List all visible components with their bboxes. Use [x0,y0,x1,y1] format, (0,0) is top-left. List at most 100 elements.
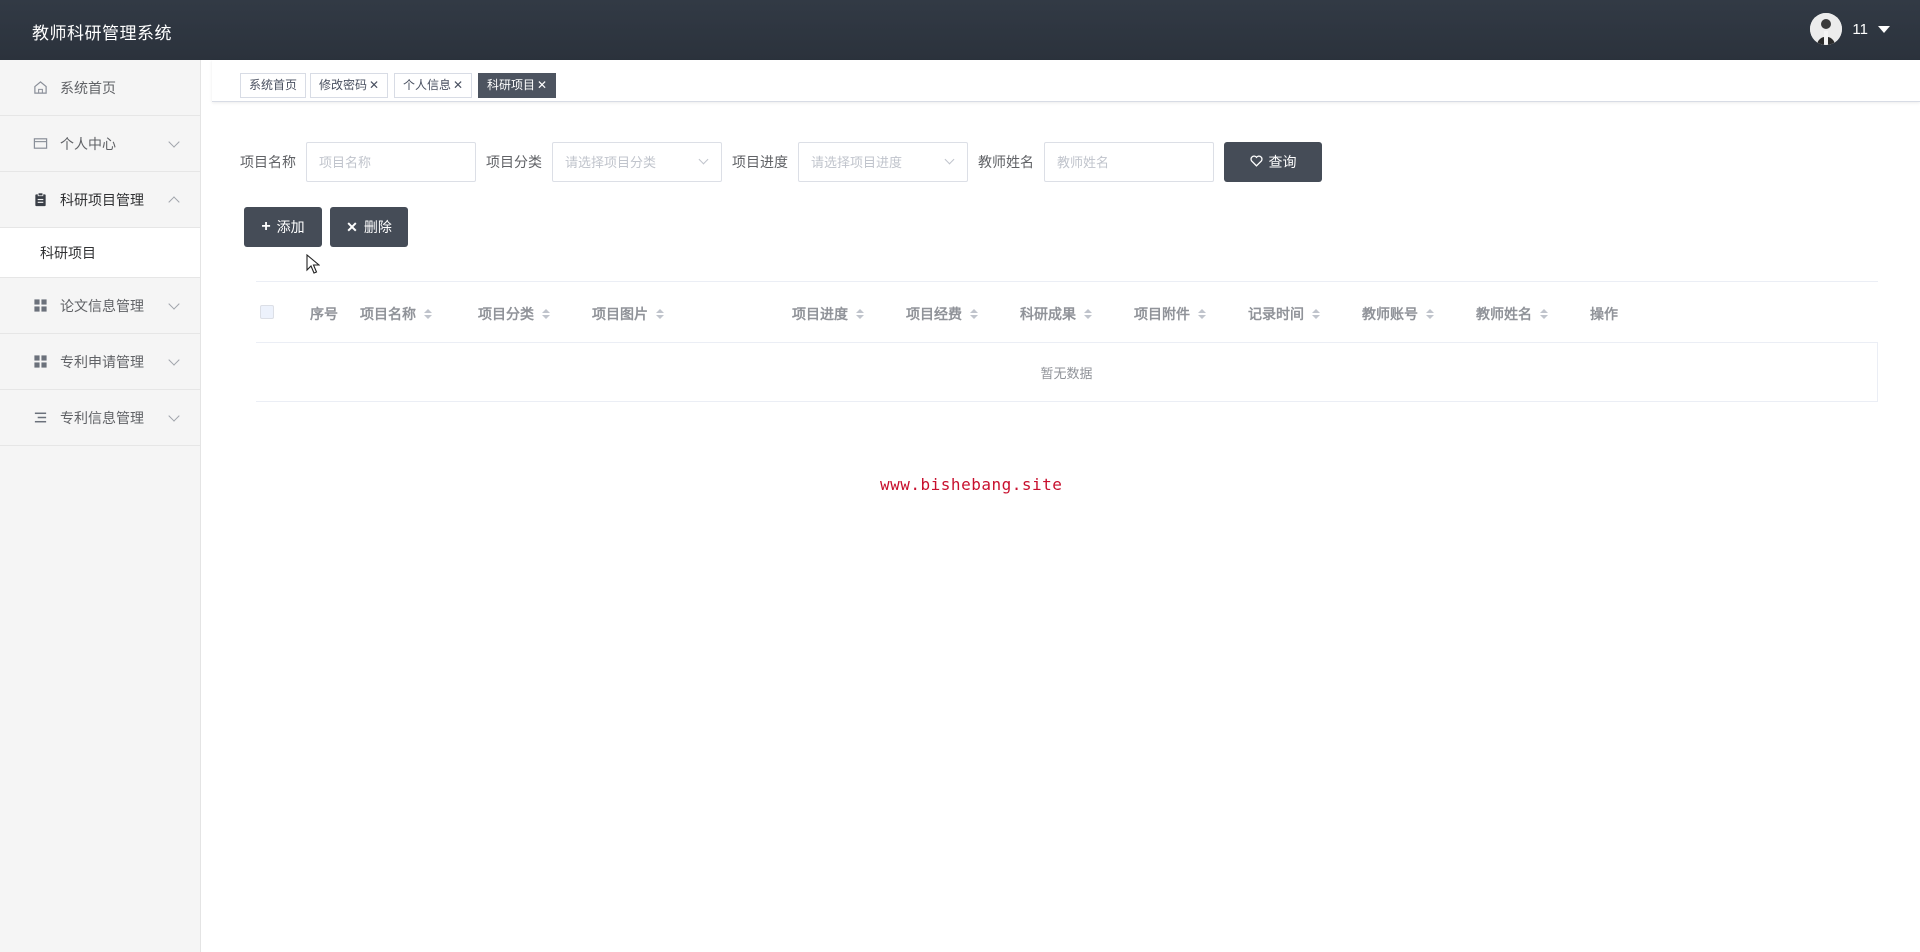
table-header: 序号 项目名称 项目分类 项目图片 项目进度 项目经费 科研成果 项目附件 记录… [256,281,1878,343]
sort-icon[interactable] [1312,309,1320,319]
column-label: 项目经费 [906,306,962,322]
column-header[interactable]: 教师账号 [1362,304,1434,324]
empty-text: 暂无数据 [1040,365,1093,381]
sidebar-subitem-label: 科研项目 [40,244,96,261]
tab-label: 修改密码 [319,78,368,92]
column-header[interactable]: 记录时间 [1248,304,1320,324]
add-button[interactable]: + 添加 [244,207,322,247]
sidebar-item-label: 论文信息管理 [60,297,144,314]
project-name-input[interactable] [306,142,476,182]
column-label: 项目图片 [592,306,648,322]
column-label: 科研成果 [1020,306,1076,322]
sidebar-item-label: 科研项目管理 [60,191,144,208]
tab-home[interactable]: 系统首页 [240,73,307,98]
sidebar-item-patent-info[interactable]: 专利信息管理 [0,390,200,446]
sidebar: 系统首页 个人中心 科研项目管理 科研项目 论文信息管理 专利申请管理 专利信息… [0,60,201,952]
column-header[interactable]: 科研成果 [1020,304,1092,324]
sort-icon[interactable] [1426,309,1434,319]
query-button[interactable]: 查询 [1224,142,1322,182]
heart-icon [1249,154,1263,170]
sidebar-item-label: 专利信息管理 [60,409,144,426]
add-button-label: 添加 [276,219,305,235]
mouse-cursor-icon [306,253,321,279]
sort-icon[interactable] [656,309,664,319]
column-label: 教师账号 [1362,306,1418,322]
column-label: 记录时间 [1248,306,1304,322]
teacher-name-label: 教师姓名 [978,154,1034,170]
top-header: 教师科研管理系统 11 [0,0,1920,60]
tab-research-project[interactable]: 科研项目 ✕ [478,73,557,98]
sort-icon[interactable] [542,309,550,319]
column-label: 项目名称 [360,306,416,322]
clipboard-icon [32,192,48,208]
delete-button[interactable]: ✕ 删除 [330,207,408,247]
select-all-checkbox[interactable] [260,305,274,319]
category-label: 项目分类 [486,154,542,170]
grid-icon [32,298,48,314]
sort-icon[interactable] [970,309,978,319]
column-label: 项目附件 [1134,306,1190,322]
column-label: 项目进度 [792,306,848,322]
data-table: 序号 项目名称 项目分类 项目图片 项目进度 项目经费 科研成果 项目附件 记录… [256,281,1878,402]
query-button-label: 查询 [1268,154,1297,170]
column-header[interactable]: 教师姓名 [1476,304,1548,324]
tab-personal-info[interactable]: 个人信息 ✕ [394,73,473,98]
column-header[interactable]: 项目附件 [1134,304,1206,324]
column-label: 操作 [1590,306,1618,322]
card-icon [32,136,48,152]
avatar[interactable] [1810,13,1843,45]
column-header[interactable]: 项目图片 [592,304,664,324]
list-icon [32,410,48,426]
home-icon [32,80,48,96]
chevron-down-icon [168,136,180,148]
sidebar-item-paper-info[interactable]: 论文信息管理 [0,278,200,334]
sidebar-subitem-research-project[interactable]: 科研项目 [0,228,200,278]
grid-icon [32,354,48,370]
tab-label: 个人信息 [403,78,452,92]
progress-label: 项目进度 [732,154,788,170]
close-icon[interactable]: ✕ [537,78,547,92]
sidebar-item-label: 系统首页 [60,79,116,96]
app-title: 教师科研管理系统 [32,24,172,43]
chevron-down-icon [168,354,180,366]
tab-label: 系统首页 [249,78,298,92]
plus-icon: + [261,218,271,235]
progress-select[interactable] [798,142,968,182]
sort-icon[interactable] [1084,309,1092,319]
column-header[interactable]: 项目分类 [478,304,550,324]
close-icon[interactable]: ✕ [369,78,379,92]
column-header[interactable]: 项目名称 [360,304,432,324]
sidebar-item-label: 专利申请管理 [60,353,144,370]
column-header: 操作 [1590,304,1618,324]
sort-icon[interactable] [424,309,432,319]
project-name-label: 项目名称 [240,154,296,170]
caret-down-icon[interactable] [1878,25,1890,33]
chevron-down-icon [168,410,180,422]
sort-icon[interactable] [1540,309,1548,319]
sidebar-item-home[interactable]: 系统首页 [0,60,200,116]
table-empty-row: 暂无数据 [256,343,1878,402]
column-header[interactable]: 项目进度 [792,304,864,324]
chevron-down-icon [168,298,180,310]
watermark-text: www.bishebang.site [880,475,1063,494]
close-icon[interactable]: ✕ [453,78,463,92]
sidebar-item-label: 个人中心 [60,135,116,152]
sidebar-item-personal-center[interactable]: 个人中心 [0,116,200,172]
category-select[interactable] [552,142,722,182]
sort-icon[interactable] [1198,309,1206,319]
sidebar-item-patent-application[interactable]: 专利申请管理 [0,334,200,390]
user-name[interactable]: 11 [1852,21,1868,38]
chevron-up-icon [168,196,180,208]
teacher-name-input[interactable] [1044,142,1214,182]
tab-label: 科研项目 [487,78,536,92]
column-label: 序号 [310,306,338,322]
tags-view: 系统首页 修改密码 ✕ 个人信息 ✕ 科研项目 ✕ [212,60,1920,102]
tab-change-password[interactable]: 修改密码 ✕ [310,73,389,98]
user-menu[interactable]: 11 [1810,13,1890,45]
delete-button-label: 删除 [363,219,392,235]
sort-icon[interactable] [856,309,864,319]
sidebar-item-research-projects[interactable]: 科研项目管理 [0,172,200,228]
column-header[interactable]: 项目经费 [906,304,978,324]
column-header: 序号 [310,304,338,324]
column-label: 教师姓名 [1476,306,1532,322]
